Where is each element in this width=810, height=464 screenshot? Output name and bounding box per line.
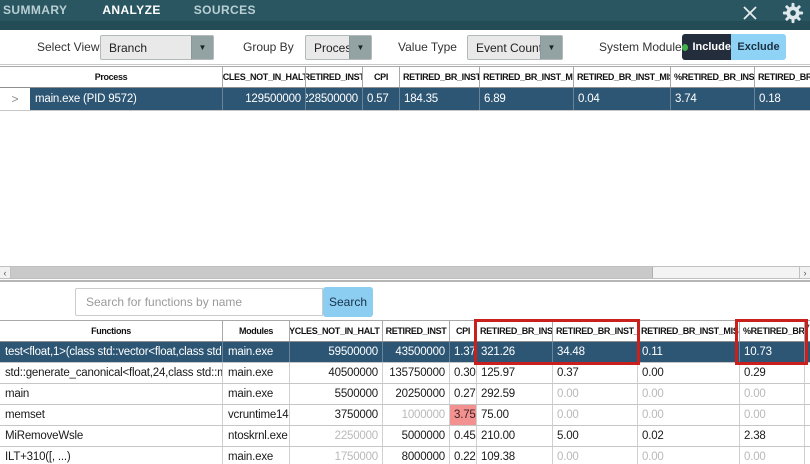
green-dot-icon [682,44,688,51]
function-row-generate-canonical[interactable]: std::generate_canonical<float,24,class s… [0,363,810,384]
scrollbar-track[interactable] [653,267,799,278]
br-inst-misp-value: 6.89 [480,88,574,110]
search-input[interactable] [75,288,323,316]
select-view-label: Select View [37,30,99,64]
function-name: memset [0,405,223,425]
filter-bar: Select View Branch ▼ Group By Process ▼ … [0,30,810,65]
cpi-alert-cell: 3.75 [450,405,477,425]
horizontal-scrollbar: ‹ › [0,266,810,279]
retired-inst-value: 228500000 [306,88,363,110]
scroll-right-icon[interactable]: › [799,267,810,278]
col-header-retired-br-inst-misp-ratio[interactable]: RETIRED_BR_INST_MISP_RATI [574,67,671,87]
tab-summary[interactable]: SUMMARY [3,0,67,21]
col-header-retired-inst[interactable]: RETIRED_INST [383,321,450,341]
col-header-pct-retired-br-in[interactable]: %RETIRED_BR_IN [740,321,805,341]
group-by-label: Group By [243,30,294,64]
col-header-cycles-not-in-halt[interactable]: CYCLES_NOT_IN_HALT▼ [223,67,306,87]
function-name: std::generate_canonical<float,24,class s… [0,363,223,383]
function-name: main [0,384,223,404]
cpi-value: 0.57 [363,88,400,110]
process-row-main-exe[interactable]: > main.exe (PID 9572) 129500000 22850000… [0,88,810,111]
module-name: main.exe [223,363,290,383]
col-header-cpi[interactable]: CPI [450,321,477,341]
chevron-down-icon[interactable]: ▼ [540,36,562,59]
cycles-value: 129500000 [223,88,306,110]
chevron-down-icon[interactable]: ▼ [191,36,213,59]
function-row-main[interactable]: main main.exe 5500000 20250000 0.27 292.… [0,384,810,405]
row-expander-icon[interactable]: > [0,88,30,110]
br-in-value: 0.18 [755,88,810,110]
include-toggle-button[interactable]: Include [682,34,731,60]
function-name: MiRemoveWsle [0,426,223,446]
process-name: main.exe (PID 9572) [30,88,223,110]
module-name: main.exe [223,342,290,362]
select-view-value: Branch [101,41,191,55]
pct-br-inst-misp-value: 3.74 [671,88,755,110]
exclude-label: Exclude [737,41,779,53]
module-name: vcruntime140.dll [223,405,290,425]
col-header-cycles-not-in-halt[interactable]: CYCLES_NOT_IN_HALT▼ [290,321,383,341]
function-row-miremovewsle[interactable]: MiRemoveWsle ntoskrnl.exe 2250000 500000… [0,426,810,447]
select-view-dropdown[interactable]: Branch ▼ [100,35,214,60]
process-table: Process CYCLES_NOT_IN_HALT▼ RETIRED_INST… [0,66,810,111]
search-button[interactable]: Search [323,287,373,317]
value-type-dropdown[interactable]: Event Count ▼ [467,35,563,60]
function-name: ILT+310([, ...) [0,447,223,464]
function-row-ilt[interactable]: ILT+310([, ...) main.exe 1750000 8000000… [0,447,810,464]
br-inst-misp-ratio-value: 0.04 [574,88,671,110]
col-header-functions[interactable]: Functions [0,321,223,341]
col-header-retired-br-inst-misp[interactable]: RETIRED_BR_INST_MISP (PT [553,321,638,341]
functions-table-header: Functions Modules CYCLES_NOT_IN_HALT▼ RE… [0,320,810,342]
tab-sources[interactable]: SOURCES [194,0,256,21]
value-type-value: Event Count [468,41,540,55]
col-header-retired-br-inst-pti[interactable]: RETIRED_BR_INST (PTI [400,67,480,87]
col-header-process[interactable]: Process [0,67,223,87]
function-row-memset[interactable]: memset vcruntime140.dll 3750000 1000000 … [0,405,810,426]
clipped-next-column: ▼ [805,321,810,341]
system-modules-toggle: Include Exclude [682,34,786,60]
include-label: Include [692,41,731,53]
module-name: main.exe [223,384,290,404]
module-name: ntoskrnl.exe [223,426,290,446]
tab-analyze[interactable]: ANALYZE [102,0,160,21]
col-header-retired-br-inst-pti[interactable]: RETIRED_BR_INST (PTI [477,321,553,341]
value-type-label: Value Type [398,30,457,64]
top-nav: SUMMARY ANALYZE SOURCES [0,0,810,30]
col-header-retired-br-in[interactable]: RETIRED_BR_IN [755,67,810,87]
exclude-toggle-button[interactable]: Exclude [731,34,786,60]
system-modules-label: System Modules [599,30,688,64]
function-search-bar: Search [0,282,810,320]
group-by-dropdown[interactable]: Process ▼ [305,35,372,60]
chevron-down-icon[interactable]: ▼ [349,36,371,59]
col-header-cpi[interactable]: CPI [363,67,400,87]
function-row-test-float[interactable]: test<float,1>(class std::vector<float,cl… [0,342,810,363]
function-name: test<float,1>(class std::vector<float,cl… [0,342,223,362]
sort-desc-icon: ▼ [805,324,810,330]
col-header-pct-retired-br-inst-misp[interactable]: %RETIRED_BR_INST_MIS [671,67,755,87]
scroll-left-icon[interactable]: ‹ [0,267,11,278]
group-by-value: Process [306,41,349,55]
functions-table: Functions Modules CYCLES_NOT_IN_HALT▼ RE… [0,320,810,464]
gear-icon[interactable] [782,2,804,24]
col-header-retired-inst[interactable]: RETIRED_INST [306,67,363,87]
module-name: main.exe [223,447,290,464]
col-header-modules[interactable]: Modules [223,321,290,341]
process-table-header: Process CYCLES_NOT_IN_HALT▼ RETIRED_INST… [0,66,810,88]
scrollbar-thumb[interactable] [11,267,653,278]
col-header-retired-br-inst-misp[interactable]: RETIRED_BR_INST_MISP (PT [480,67,574,87]
col-header-retired-br-inst-misp-ratio[interactable]: RETIRED_BR_INST_MISP_RAT [638,321,740,341]
close-icon[interactable] [740,3,760,23]
br-inst-pti-value: 184.35 [400,88,480,110]
profiler-window: SUMMARY ANALYZE SOURCES [0,0,810,464]
